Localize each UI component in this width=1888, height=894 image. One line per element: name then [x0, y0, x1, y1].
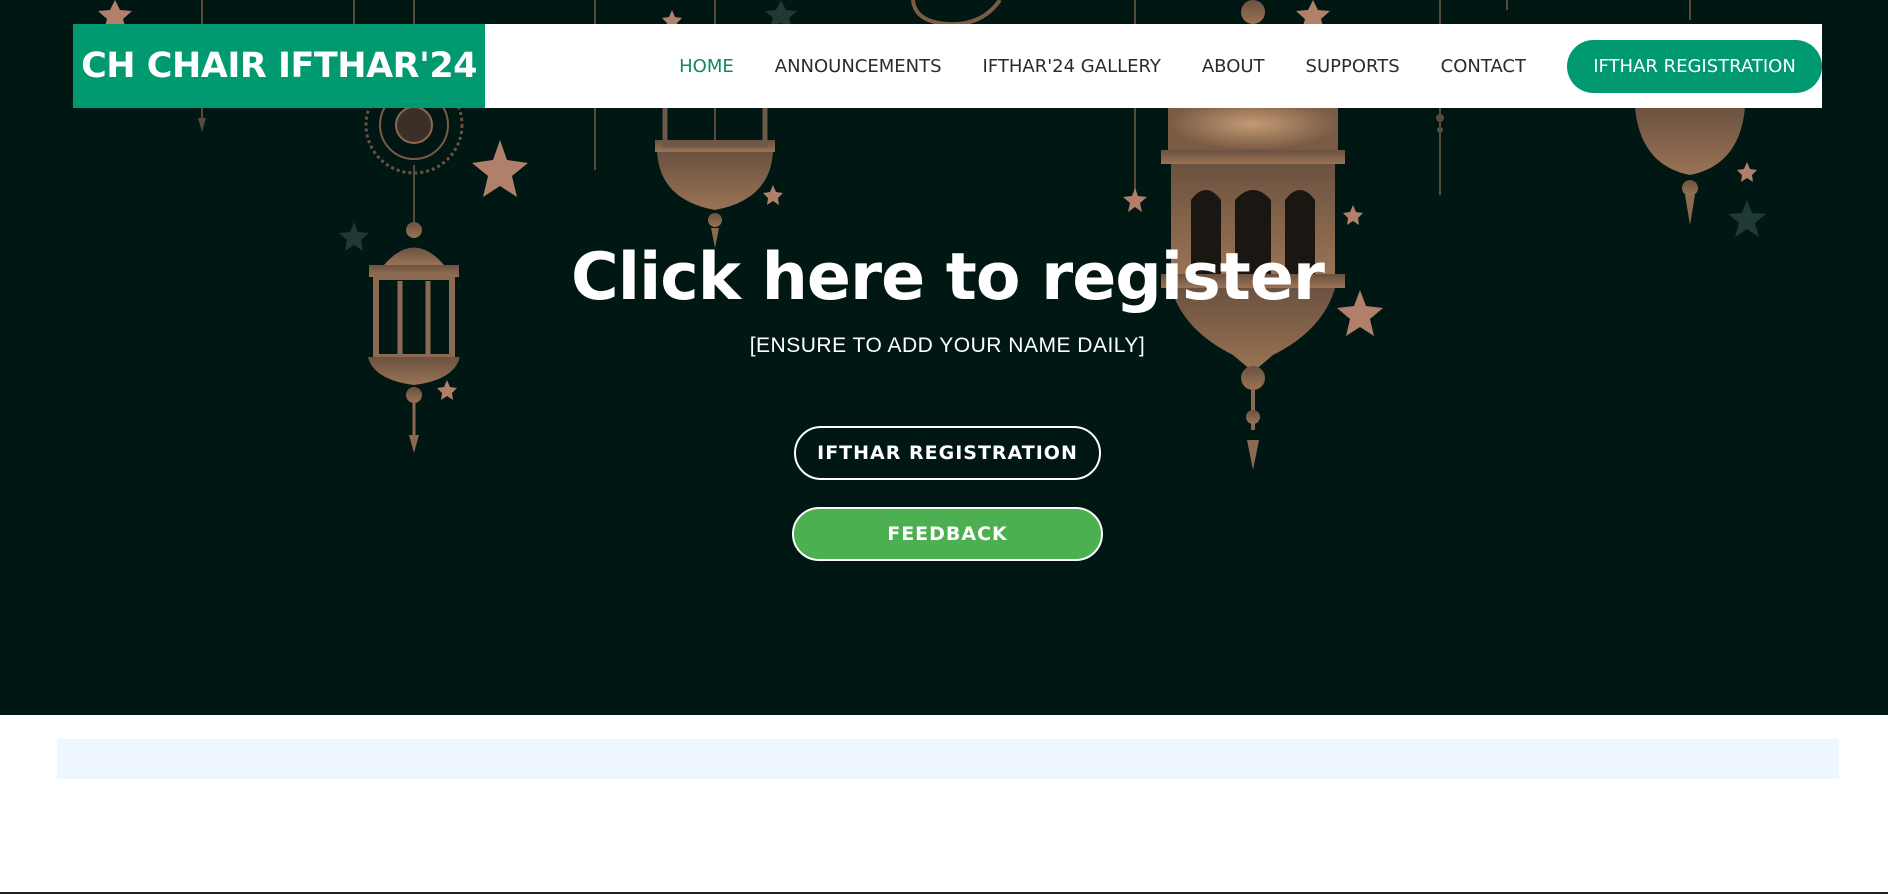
feedback-button[interactable]: FEEDBACK — [792, 507, 1103, 561]
nav-item-gallery[interactable]: IFTHAR'24 GALLERY — [983, 56, 1161, 77]
navbar: CH CHAIR IFTHAR'24 HOME ANNOUNCEMENTS IF… — [73, 24, 1822, 108]
nav-item-about[interactable]: ABOUT — [1202, 56, 1265, 77]
brand-logo[interactable]: CH CHAIR IFTHAR'24 — [73, 24, 486, 108]
crescent-icon — [911, 0, 1002, 27]
nav-item-contact[interactable]: CONTACT — [1441, 56, 1526, 77]
nav-item-announcements[interactable]: ANNOUNCEMENTS — [775, 56, 942, 77]
hero-subtitle: [ENSURE TO ADD YOUR NAME DAILY] — [749, 334, 1146, 357]
nav-item-home[interactable]: HOME — [679, 56, 734, 77]
hero-title: Click here to register — [571, 240, 1325, 315]
nav-registration-button[interactable]: IFTHAR REGISTRATION — [1567, 39, 1822, 93]
nav-links: HOME ANNOUNCEMENTS IFTHAR'24 GALLERY ABO… — [679, 39, 1822, 93]
info-bar — [57, 739, 1839, 779]
nav-item-supports[interactable]: SUPPORTS — [1306, 56, 1400, 77]
ifthar-registration-button[interactable]: IFTHAR REGISTRATION — [794, 426, 1101, 480]
hero-section: CH CHAIR IFTHAR'24 HOME ANNOUNCEMENTS IF… — [0, 0, 1888, 715]
